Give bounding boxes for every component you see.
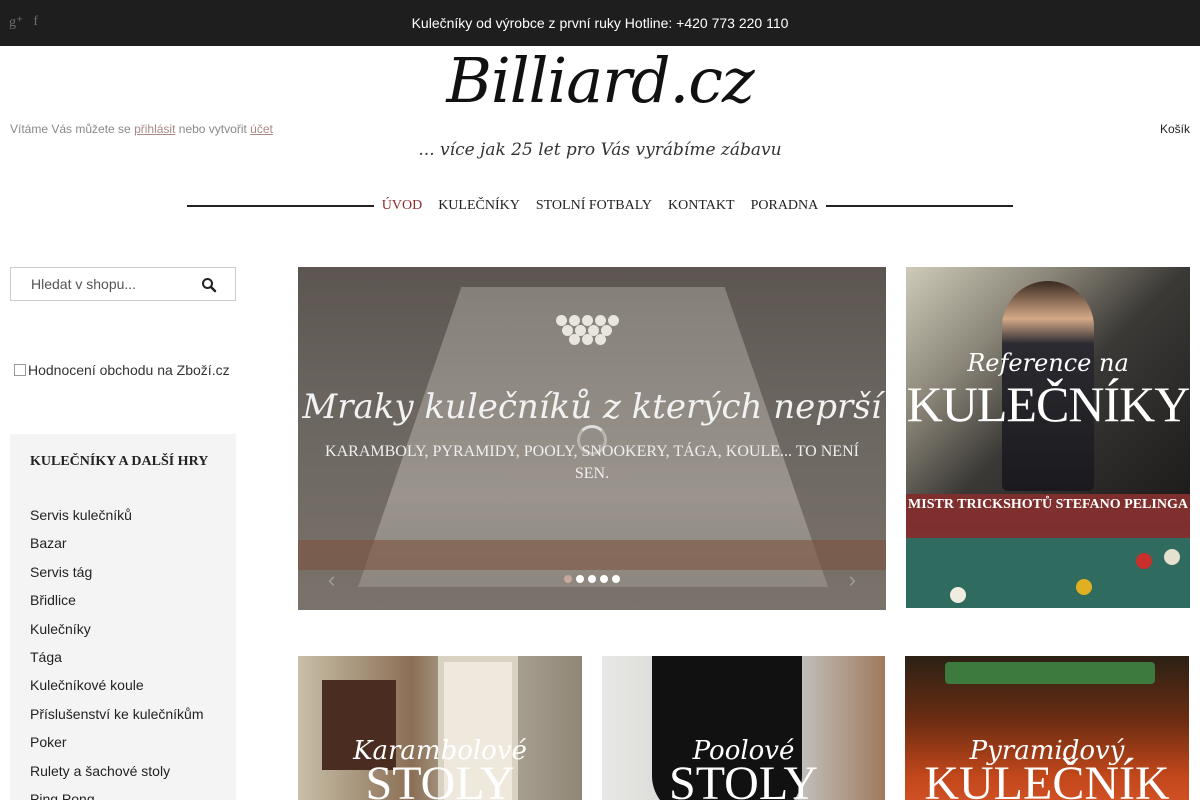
- category-item[interactable]: Servis kulečníků: [30, 506, 204, 534]
- category-item[interactable]: Ping Pong: [30, 790, 204, 800]
- slide-ball: [608, 315, 619, 326]
- slider-dot[interactable]: [600, 575, 608, 583]
- nav-item-kontakt[interactable]: KONTAKT: [668, 198, 735, 214]
- shop-search: [10, 267, 236, 301]
- sidebar-title: KULEČNÍKY A DALŠÍ HRY: [30, 454, 209, 469]
- reference-small-title: Reference na: [967, 349, 1129, 377]
- nav-item-kulecniky[interactable]: KULEČNÍKY: [438, 198, 520, 214]
- slide-ball-rack: [556, 315, 620, 345]
- category-item[interactable]: Rulety a šachové stoly: [30, 762, 204, 790]
- broken-image-icon: [14, 364, 26, 376]
- tagline: ... více jak 25 let pro Vás vyrábíme záb…: [418, 140, 782, 160]
- slider-dot[interactable]: [612, 575, 620, 583]
- slider-prev-icon[interactable]: ‹: [328, 567, 335, 593]
- hotline-text: Kulečníky od výrobce z první ruky Hotlin…: [411, 15, 789, 31]
- slider-next-icon[interactable]: ›: [849, 567, 856, 593]
- slider-dot[interactable]: [588, 575, 596, 583]
- reference-felt-image: [906, 538, 1190, 608]
- pool-ball: [1076, 579, 1092, 595]
- reference-caption-text: MISTR TRICKSHOTŮ STEFANO PELINGA: [908, 497, 1188, 512]
- nav-item-poradna[interactable]: PORADNA: [751, 198, 819, 214]
- nav-item-stolni-fotbaly[interactable]: STOLNÍ FOTBALY: [536, 198, 652, 214]
- slide-headline: Mraky kulečníků z kterých neprší: [302, 387, 882, 427]
- pool-ball: [1164, 549, 1180, 565]
- reference-caption: MISTR TRICKSHOTŮ STEFANO PELINGA: [906, 494, 1190, 538]
- top-bar: g⁺ f Kulečníky od výrobce z první ruky H…: [0, 0, 1200, 46]
- slide-subtext: KARAMBOLY, PYRAMIDY, POOLY, SNOOKERY, TÁ…: [325, 443, 859, 482]
- tile-pyramidovy-kulecnik[interactable]: Pyramidový KULEČNÍK: [905, 656, 1189, 800]
- nav-divider-left: [187, 205, 374, 207]
- category-item[interactable]: Bazar: [30, 534, 204, 562]
- nav-divider-right: [826, 205, 1013, 207]
- hero-slider[interactable]: Mraky kulečníků z kterých neprší KARAMBO…: [298, 267, 886, 610]
- zbozi-rating-image[interactable]: Hodnocení obchodu na Zboží.cz: [14, 362, 230, 378]
- main-nav: ÚVOD KULEČNÍKY STOLNÍ FOTBALY KONTAKT PO…: [187, 196, 1013, 216]
- login-link[interactable]: přihlásit: [134, 122, 175, 136]
- tile-big-title: STOLY: [669, 757, 818, 800]
- slide-table-rail: [298, 540, 886, 570]
- reference-big-title: KULEČNÍKY: [906, 376, 1190, 432]
- pool-ball: [950, 587, 966, 603]
- site-logo[interactable]: Billiard.cz: [0, 44, 1200, 117]
- category-item[interactable]: Příslušenství ke kulečníkům: [30, 705, 204, 733]
- pool-ball: [1136, 553, 1152, 569]
- category-sidebar: KULEČNÍKY A DALŠÍ HRY Servis kulečníků B…: [10, 434, 236, 800]
- welcome-text: Vítáme Vás můžete se přihlásit nebo vytv…: [10, 122, 273, 136]
- slider-dot[interactable]: [564, 575, 572, 583]
- tile-karambolove-stoly[interactable]: Karambolové STOLY: [298, 656, 582, 800]
- nav-items: ÚVOD KULEČNÍKY STOLNÍ FOTBALY KONTAKT PO…: [374, 198, 827, 214]
- category-item[interactable]: Břidlice: [30, 591, 204, 619]
- slide-ball: [595, 334, 606, 345]
- category-item[interactable]: Servis tág: [30, 563, 204, 591]
- category-item[interactable]: Kulečníkové koule: [30, 676, 204, 704]
- cart-link[interactable]: Košík: [1160, 122, 1190, 136]
- search-input[interactable]: [31, 276, 191, 292]
- category-item[interactable]: Tága: [30, 648, 204, 676]
- create-account-link[interactable]: účet: [250, 122, 273, 136]
- category-list: Servis kulečníků Bazar Servis tág Břidli…: [30, 506, 204, 800]
- tile-big-title: KULEČNÍK: [924, 757, 1170, 800]
- reference-banner[interactable]: Reference na KULEČNÍKY MISTR TRICKSHOTŮ …: [906, 267, 1190, 608]
- tile-poolove-stoly[interactable]: Poolové STOLY: [602, 656, 885, 800]
- welcome-prefix: Vítáme Vás můžete se: [10, 122, 131, 136]
- slide-ball: [582, 334, 593, 345]
- category-item[interactable]: Poker: [30, 733, 204, 761]
- welcome-middle: nebo vytvořit: [178, 122, 247, 136]
- slide-ball: [569, 334, 580, 345]
- search-icon[interactable]: [201, 277, 217, 293]
- slider-pagination: [564, 575, 620, 583]
- slider-dot[interactable]: [576, 575, 584, 583]
- tile-lamp-image: [945, 662, 1155, 684]
- category-item[interactable]: Kulečníky: [30, 620, 204, 648]
- nav-item-uvod[interactable]: ÚVOD: [382, 198, 422, 214]
- tile-big-title: STOLY: [365, 757, 515, 800]
- rating-alt-text: Hodnocení obchodu na Zboží.cz: [28, 362, 230, 378]
